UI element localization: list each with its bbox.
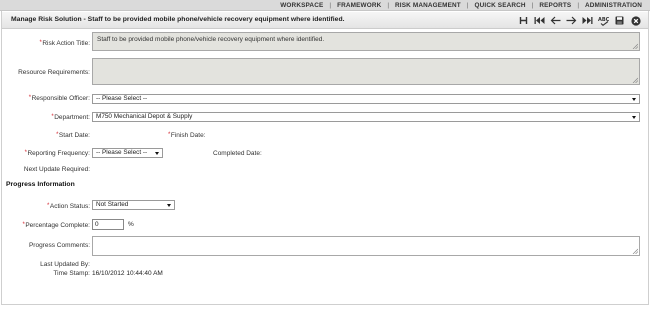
nav-framework[interactable]: FRAMEWORK [337,2,381,9]
action-status-label: *Action Status: [47,203,90,210]
reporting-frequency-label: *Reporting Frequency: [24,150,90,157]
finish-date-label: *Finish Date: [168,132,206,139]
dropdown-arrow-icon [632,116,636,119]
resize-grip-icon[interactable] [632,43,638,49]
page-title: Manage Risk Solution - Staff to be provi… [11,16,345,23]
history-icon[interactable] [517,14,530,27]
nav-quick-search[interactable]: QUICK SEARCH [475,2,526,9]
nav-separator: | [577,2,579,9]
nav-risk-management[interactable]: RISK MANAGEMENT [395,2,461,9]
next-record-icon[interactable] [565,14,578,27]
progress-section-title: Progress Information [6,181,75,188]
time-stamp-label: Time Stamp: [53,270,90,277]
resource-requirements-field[interactable] [92,58,640,85]
spellcheck-icon[interactable]: ABC [597,14,610,27]
start-date-label: *Start Date: [56,132,90,139]
resize-grip-icon[interactable] [632,248,638,254]
percentage-complete-label: *Percentage Complete: [22,222,90,229]
risk-action-title-field[interactable]: Staff to be provided mobile phone/vehicl… [92,32,640,51]
nav-separator: | [329,2,332,9]
last-record-icon[interactable] [581,14,594,27]
dropdown-arrow-icon [167,204,171,207]
nav-separator: | [531,2,534,9]
progress-comments-field[interactable] [92,236,640,256]
dropdown-arrow-icon [632,98,636,101]
last-updated-by-label: Last Updated By: [40,261,90,268]
save-icon[interactable] [613,14,626,27]
form-title-bar: Manage Risk Solution - Staff to be provi… [2,12,648,29]
responsible-officer-select[interactable]: -- Please Select -- [92,94,640,104]
first-record-icon[interactable] [533,14,546,27]
reporting-frequency-select[interactable]: -- Please Select -- [92,148,163,158]
progress-comments-label: Progress Comments: [28,242,90,249]
next-update-required-label: Next Update Required: [23,166,90,173]
form-panel [1,11,649,305]
action-status-select[interactable]: Not Started [92,200,175,210]
top-navigation-items: WORKSPACE | FRAMEWORK | RISK MANAGEMENT … [280,0,642,11]
percentage-complete-input[interactable]: 0 [92,219,124,230]
time-stamp-value: 16/10/2012 10:44:40 AM [92,270,163,277]
department-select[interactable]: M750 Mechanical Depot & Supply [92,112,640,122]
responsible-officer-label: *Responsible Officer: [28,95,90,102]
resource-requirements-label: Resource Requirements: [18,69,90,76]
completed-date-label: Completed Date: [213,150,262,157]
top-navigation-bar: WORKSPACE | FRAMEWORK | RISK MANAGEMENT … [0,0,650,11]
dropdown-arrow-icon [155,152,159,155]
department-label: *Department: [51,114,90,121]
record-toolbar: ABC [514,14,642,27]
percent-sign: % [128,221,134,228]
nav-workspace[interactable]: WORKSPACE [280,2,323,9]
previous-record-icon[interactable] [549,14,562,27]
close-icon[interactable] [629,14,642,27]
nav-separator: | [387,2,390,9]
nav-administration[interactable]: ADMINISTRATION [585,2,642,9]
nav-separator: | [466,2,469,9]
resize-grip-icon[interactable] [632,77,638,83]
nav-reports[interactable]: REPORTS [539,2,571,9]
risk-action-title-label: *Risk Action Title: [39,40,90,47]
